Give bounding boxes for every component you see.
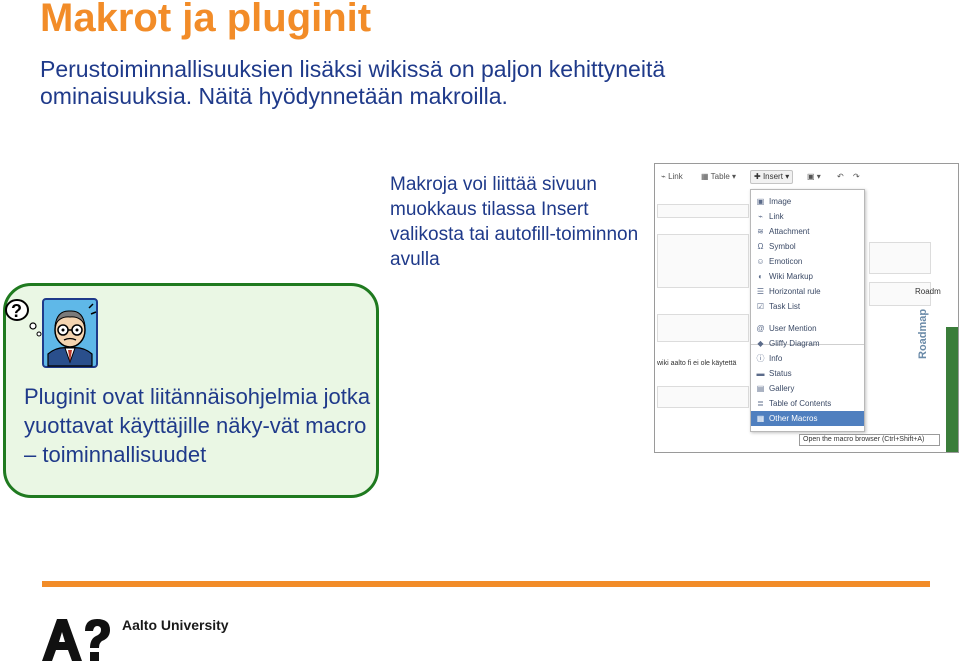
menu-item-label: Gallery xyxy=(769,384,795,393)
user-mention-icon: @ xyxy=(756,324,765,333)
menu-item-label: Info xyxy=(769,354,783,363)
menu-item-link[interactable]: ⌁ Link xyxy=(751,209,864,224)
menu-item-label: Table of Contents xyxy=(769,399,832,408)
slide-title: Makrot ja pluginit xyxy=(40,0,372,40)
plus-icon: ✚ xyxy=(754,172,761,181)
page-text: wiki aalto fi ei ole käytettä xyxy=(657,360,737,367)
thinking-man-icon: ? xyxy=(5,298,98,368)
link-icon: ⌁ xyxy=(758,212,763,221)
toolbar-link[interactable]: ⌁ Link xyxy=(661,172,683,181)
menu-item-label: Image xyxy=(769,197,792,206)
gliffy-diagram-icon: ◆ xyxy=(757,339,764,348)
menu-item-label: Other Macros xyxy=(769,414,818,423)
info-icon: ⓘ xyxy=(756,354,765,363)
chevron-down-icon: ▾ xyxy=(732,172,737,181)
page-content-block xyxy=(657,386,749,408)
menu-item-wiki-markup[interactable]: ◐ Wiki Markup xyxy=(751,269,864,284)
menu-item-label: Symbol xyxy=(769,242,796,251)
aalto-logo-icon xyxy=(42,619,110,661)
page-content-block xyxy=(657,234,749,288)
attachment-icon: ≋ xyxy=(757,227,764,236)
menu-item-user-mention[interactable]: @ User Mention xyxy=(751,321,864,336)
roadmap-sidebar-label: Roadmap xyxy=(917,308,929,359)
horizontal-rule-icon: ☰ xyxy=(756,287,765,296)
insert-button-label: Insert xyxy=(762,172,783,181)
menu-item-label: Attachment xyxy=(769,227,810,236)
menu-item-label: Horizontal rule xyxy=(769,287,821,296)
insert-dropdown-menu: ▣ Image ⌁ Link ≋ Attachment Ω Symbol ☺ Emotic… xyxy=(750,189,865,432)
menu-item-info[interactable]: ⓘ Info xyxy=(751,351,864,366)
menu-item-label: Task List xyxy=(769,302,801,311)
other-macros-icon: ▦ xyxy=(756,414,765,423)
gallery-icon: ▤ xyxy=(756,384,765,393)
toolbar-table-label: Table xyxy=(710,172,730,181)
menu-item-label: User Mention xyxy=(769,324,817,333)
insert-menu-note: Makroja voi liittää sivuun muokkaus tila… xyxy=(390,174,639,270)
task-list-icon: ☑ xyxy=(756,302,765,311)
roadmap-sidebar xyxy=(946,327,958,452)
menu-item-horizontal-rule[interactable]: ☰ Horizontal rule xyxy=(751,284,864,299)
menu-item-label: Wiki Markup xyxy=(769,272,814,281)
wiki-markup-icon: ◐ xyxy=(758,272,763,281)
menu-item-label: Status xyxy=(769,369,792,378)
menu-item-gliffy-diagram[interactable]: ◆ Gliffy Diagram xyxy=(751,336,864,351)
link-toolbar-icon: ⌁ xyxy=(661,172,666,181)
menu-item-symbol[interactable]: Ω Symbol xyxy=(751,239,864,254)
callout-text: Pluginit ovat liitännäisohjelmia jotka y… xyxy=(24,384,371,467)
menu-item-other-macros[interactable]: ▦ Other Macros xyxy=(751,411,864,426)
lead-text: Perustoiminnallisuuksien lisäksi wikissä… xyxy=(40,56,666,109)
macro-browser-tooltip: Open the macro browser (Ctrl+Shift+A) xyxy=(799,434,940,446)
menu-item-emoticon[interactable]: ☺ Emoticon xyxy=(751,254,864,269)
undo-icon[interactable]: ↶ xyxy=(837,172,844,181)
status-icon: ▬ xyxy=(756,369,765,378)
table-of-contents-icon: ≣ xyxy=(757,399,764,408)
chevron-down-icon: ▾ xyxy=(785,172,790,181)
svg-text:?: ? xyxy=(11,301,22,321)
menu-item-label: Gliffy Diagram xyxy=(769,339,820,348)
roadmap-chip: Roadm xyxy=(915,287,941,296)
footer-divider xyxy=(42,581,930,587)
symbol-icon: Ω xyxy=(757,242,764,251)
menu-item-image[interactable]: ▣ Image xyxy=(751,194,864,209)
table-toolbar-icon: ▦ xyxy=(701,172,709,181)
page-content-block xyxy=(657,204,749,218)
menu-item-table-of-contents[interactable]: ≣ Table of Contents xyxy=(751,396,864,411)
image-icon: ▣ xyxy=(756,197,765,206)
menu-item-label: Emoticon xyxy=(769,257,803,266)
menu-item-label: Link xyxy=(769,212,784,221)
editor-screenshot: ⌁ Link ▦ Table ▾ ✚ Insert ▾ ▣ ▾ ↶ ↷ wiki… xyxy=(654,163,959,453)
menu-item-gallery[interactable]: ▤ Gallery xyxy=(751,381,864,396)
emoticon-icon: ☺ xyxy=(756,257,765,266)
toolbar-table[interactable]: ▦ Table ▾ xyxy=(701,172,736,181)
insert-menu-button[interactable]: ✚ Insert ▾ xyxy=(750,170,794,184)
brand-name: Aalto University xyxy=(122,617,229,633)
toolbar-link-label: Link xyxy=(668,172,683,181)
layout-toolbar-icon[interactable]: ▣ ▾ xyxy=(807,172,821,181)
menu-item-attachment[interactable]: ≋ Attachment xyxy=(751,224,864,239)
page-content-block xyxy=(869,242,931,274)
redo-icon[interactable]: ↷ xyxy=(853,172,860,181)
menu-item-task-list[interactable]: ☑ Task List xyxy=(751,299,864,314)
menu-item-status[interactable]: ▬ Status xyxy=(751,366,864,381)
page-content-block xyxy=(657,314,749,342)
